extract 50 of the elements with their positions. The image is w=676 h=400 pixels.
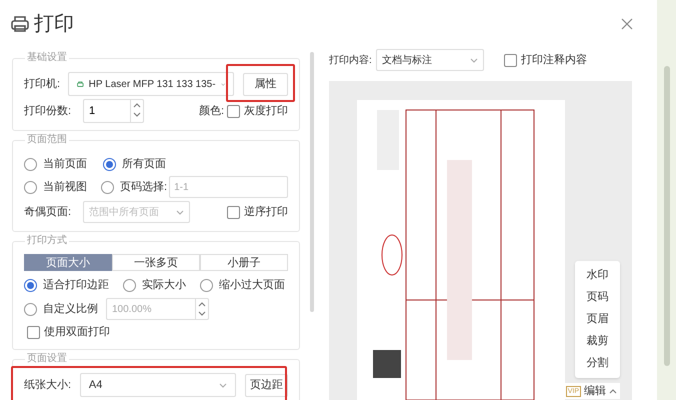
group-legend: 页面范围 <box>25 134 69 146</box>
checkbox[interactable]: 打印注释内容 <box>504 52 587 68</box>
scrollbar[interactable] <box>310 52 314 312</box>
field-label: 打印机: <box>24 76 62 92</box>
group-legend: 打印方式 <box>25 235 69 247</box>
radio-option[interactable]: 缩小过大页面 <box>200 276 285 294</box>
edit-button[interactable]: 编辑 <box>584 384 606 398</box>
field-label: 颜色: <box>198 104 224 119</box>
chevron-down-icon <box>220 82 225 86</box>
mode-tab[interactable]: 一张多页 <box>112 254 200 271</box>
printer-select[interactable]: HP Laser MFP 131 133 135- <box>68 72 234 96</box>
copies-field[interactable]: 1 <box>83 99 144 123</box>
field-label: 奇偶页面: <box>24 204 72 220</box>
checkbox[interactable]: 灰度打印 <box>227 102 288 120</box>
printer-icon <box>10 14 30 34</box>
field-label: 纸张大小: <box>24 378 72 393</box>
field-label: 打印份数: <box>24 104 72 119</box>
radio-option[interactable]: 所有页面 <box>103 156 166 172</box>
radio-option[interactable]: 自定义比例 <box>24 300 98 318</box>
menu-item[interactable]: 分割 <box>586 354 608 373</box>
paper-size-select[interactable]: A4 <box>80 373 236 397</box>
radio-option[interactable]: 当前页面 <box>24 156 87 172</box>
chevron-down-icon <box>219 382 228 388</box>
menu-item[interactable]: 裁剪 <box>586 332 608 351</box>
chevron-up-icon <box>609 388 617 394</box>
checkbox[interactable]: 使用双面打印 <box>27 324 110 340</box>
menu-item[interactable]: 页码 <box>586 288 608 307</box>
radio-option[interactable]: 页码选择: <box>101 178 168 196</box>
radio-option[interactable]: 适合打印边距 <box>24 276 109 294</box>
margins-button[interactable]: 页边距 <box>245 374 288 396</box>
scrollbar[interactable] <box>664 66 670 366</box>
spinner-control[interactable] <box>195 299 208 319</box>
printer-icon <box>77 78 84 90</box>
chevron-down-icon <box>470 58 478 62</box>
checkbox[interactable]: 逆序打印 <box>227 204 288 220</box>
group-legend: 基础设置 <box>25 52 69 64</box>
radio-option[interactable]: 实际大小 <box>123 276 186 294</box>
menu-item[interactable]: 页眉 <box>586 310 608 329</box>
spinner-control[interactable] <box>130 100 143 122</box>
dialog-title: 打印 <box>34 12 74 37</box>
mode-tab[interactable]: 小册子 <box>200 254 288 271</box>
highlight-frame <box>226 64 295 102</box>
chevron-down-icon <box>176 210 184 214</box>
print-content-select[interactable]: 文档与标注 <box>376 49 484 71</box>
group-legend: 页面设置 <box>25 353 69 365</box>
menu-item[interactable]: 水印 <box>586 266 608 285</box>
properties-button[interactable]: 属性 <box>243 72 288 96</box>
close-icon[interactable] <box>621 18 633 30</box>
radio-option[interactable]: 当前视图 <box>24 178 87 196</box>
field-label: 打印内容: <box>329 54 373 68</box>
